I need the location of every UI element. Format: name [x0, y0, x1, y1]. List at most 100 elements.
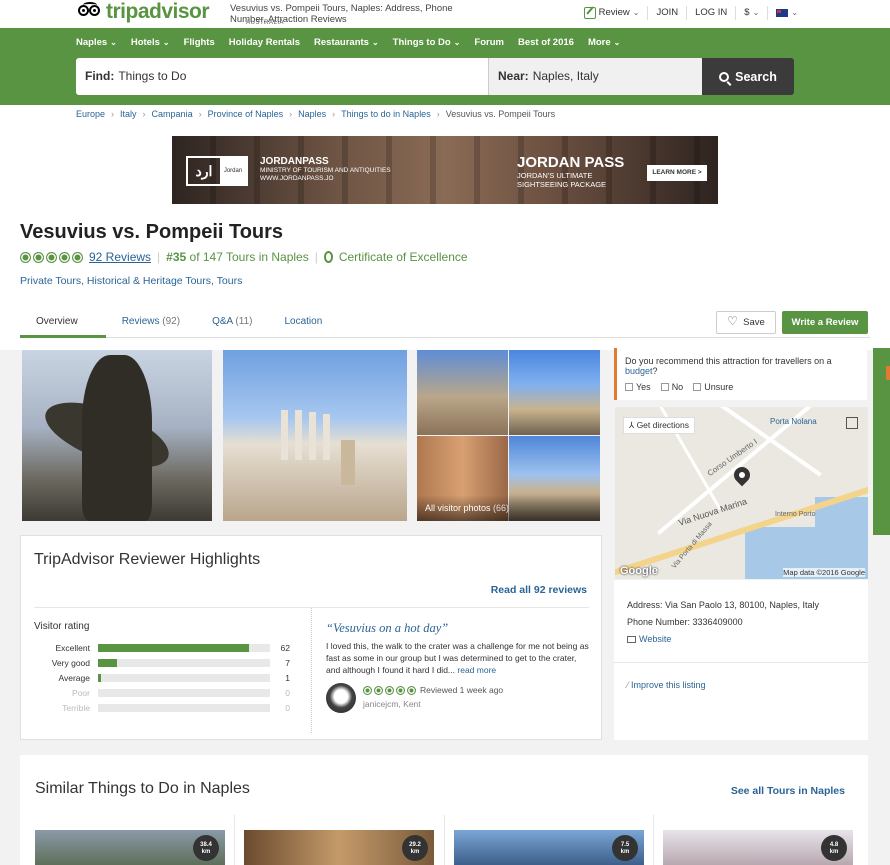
avatar[interactable]	[326, 683, 356, 713]
see-all-tours-link[interactable]: See all Tours in Naples	[731, 785, 845, 797]
similar-card-3[interactable]: 7.5 km	[454, 830, 644, 865]
login-link[interactable]: LOG IN	[686, 6, 735, 20]
review-menu[interactable]: Review ⌄	[576, 6, 648, 20]
photo-thumb-1[interactable]	[417, 350, 508, 435]
page-title: Vesuvius vs. Pompeii Tours	[20, 221, 284, 243]
rating-bar-row[interactable]: Poor 0	[34, 685, 290, 700]
country-menu[interactable]: ⌄	[767, 6, 806, 20]
rank-text: of 147 Tours in Naples	[189, 250, 309, 264]
nav-label: More	[587, 37, 611, 48]
ad-left-line2: WWW.JORDANPASS.JO	[260, 175, 334, 182]
nav-naples[interactable]: Naples ⌄	[76, 37, 117, 48]
nav-things-to-do[interactable]: Things to Do ⌄	[393, 37, 461, 48]
nav-more[interactable]: More ⌄	[588, 37, 620, 48]
visitor-rating-label: Visitor rating	[34, 621, 90, 632]
save-button[interactable]: Save	[716, 311, 776, 334]
search-button[interactable]: Search	[702, 58, 794, 95]
column-shape	[281, 410, 288, 460]
near-input[interactable]: Near: Naples, Italy	[488, 58, 702, 95]
nav-label: Things to Do	[392, 37, 451, 48]
breadcrumb-things-to-do[interactable]: Things to do in Naples	[341, 109, 431, 119]
tab-overview[interactable]: Overview	[20, 308, 106, 338]
chevron-down-icon: ⌄	[371, 38, 379, 47]
improve-label: Improve this listing	[631, 680, 706, 690]
photo-thumb-2[interactable]	[509, 350, 600, 435]
rating-bar-row[interactable]: Excellent 62	[34, 640, 291, 655]
bubble-icon	[46, 251, 57, 263]
rating-bar-track	[98, 658, 270, 667]
reviewer-name[interactable]: janicejcm, Kent	[363, 699, 421, 709]
search-button-label: Search	[735, 69, 777, 84]
rating-bar-track	[98, 673, 270, 682]
breadcrumb-europe[interactable]: Europe	[76, 109, 105, 119]
all-visitor-photos-link[interactable]: All visitor photos (66)	[417, 495, 600, 521]
budget-link[interactable]: budget	[625, 366, 653, 376]
tripadvisor-logo[interactable]: tripadvisor AUSTRALIA	[78, 1, 284, 26]
read-more-link[interactable]: read more	[457, 665, 496, 675]
rating-bar-row[interactable]: Very good 7	[34, 655, 290, 670]
option-yes[interactable]: Yes	[625, 382, 651, 392]
write-review-button[interactable]: Write a Review	[782, 311, 868, 334]
read-all-reviews-link[interactable]: Read all 92 reviews	[491, 584, 587, 596]
nav-restaurants[interactable]: Restaurants ⌄	[314, 37, 379, 48]
certificate-label[interactable]: Certificate of Excellence	[339, 250, 468, 264]
tab-qa[interactable]: Q&A (11)	[196, 308, 268, 338]
near-label: Near:	[498, 69, 529, 83]
reviews-link[interactable]: 92 Reviews	[89, 250, 151, 264]
rating-bar-count: 7	[285, 657, 290, 668]
rating-bar-label: Poor	[72, 687, 90, 698]
option-no[interactable]: No	[660, 382, 683, 392]
location-map[interactable]: ⅄ Get directions Porta Nolana Corso Umbe…	[615, 407, 868, 579]
breadcrumb-campania[interactable]: Campania	[152, 109, 193, 119]
page-tagline: Vesuvius vs. Pompeii Tours, Naples: Addr…	[230, 3, 453, 25]
recommend-poll: Do you recommend this attraction for tra…	[614, 348, 867, 400]
distance-value: 7.5	[620, 842, 630, 848]
checkbox[interactable]	[660, 383, 669, 391]
website-link[interactable]: Website	[627, 631, 855, 648]
join-link[interactable]: JOIN	[647, 6, 686, 20]
option-unsure[interactable]: Unsure	[693, 382, 733, 392]
chevron-down-icon: ⌄	[632, 8, 640, 17]
checkbox[interactable]	[693, 383, 702, 391]
improve-listing-link[interactable]: ⁄ Improve this listing	[627, 677, 855, 694]
poll-options: Yes No Unsure	[625, 382, 859, 392]
jordanpass-ad[interactable]: ﺍﺭﺩ Jordan JORDANPASS MINISTRY OF TOURISM…	[172, 136, 718, 204]
chevron-down-icon: ⌄	[613, 38, 621, 47]
side-promo-edge[interactable]	[873, 348, 890, 535]
learn-more-button[interactable]: LEARN MORE >	[647, 165, 707, 181]
external-map-icon[interactable]	[846, 417, 858, 429]
promo-orange-mark	[886, 366, 890, 380]
similar-card-1[interactable]: 38.4 km	[35, 830, 225, 865]
rating-bar-row[interactable]: Average 1	[34, 670, 290, 685]
rating-bar-row[interactable]: Terrible 0	[34, 700, 290, 715]
nav-best-of[interactable]: Best of 2016	[518, 37, 574, 48]
similar-card-2[interactable]: 29.2 km	[244, 830, 434, 865]
tab-location[interactable]: Location	[268, 308, 338, 338]
ad-left-title: JORDANPASS	[260, 156, 329, 167]
rating-bar-label: Very good	[51, 657, 90, 668]
main-nav: Naples ⌄ Hotels ⌄ Flights Holiday Rentals …	[76, 37, 620, 48]
similar-card-4[interactable]: 4.8 km	[663, 830, 853, 865]
tab-reviews[interactable]: Reviews (92)	[106, 308, 196, 338]
ranking[interactable]: #35 of 147 Tours in Naples	[166, 250, 309, 264]
bubble-icon	[385, 685, 394, 695]
google-logo: Google	[620, 565, 658, 577]
photo-columns[interactable]	[223, 350, 407, 521]
breadcrumb-current: Vesuvius vs. Pompeii Tours	[445, 109, 556, 119]
nav-holiday-rentals[interactable]: Holiday Rentals	[229, 37, 300, 48]
categories[interactable]: Private Tours, Historical & Heritage Tou…	[20, 275, 242, 287]
get-directions-button[interactable]: ⅄ Get directions	[623, 417, 696, 434]
review-title[interactable]: “Vesuvius on a hot day”	[326, 621, 448, 636]
checkbox[interactable]	[625, 383, 633, 391]
breadcrumb-province[interactable]: Province of Naples	[208, 109, 284, 119]
rating-bar-fill	[98, 673, 102, 682]
nav-flights[interactable]: Flights	[184, 37, 215, 48]
currency-menu[interactable]: $ ⌄	[735, 6, 767, 20]
photo-statue[interactable]	[22, 350, 212, 521]
nav-forum[interactable]: Forum	[474, 37, 504, 48]
breadcrumb-italy[interactable]: Italy	[120, 109, 137, 119]
distance-badge: 4.8 km	[821, 835, 847, 861]
breadcrumb-naples[interactable]: Naples	[298, 109, 326, 119]
nav-hotels[interactable]: Hotels ⌄	[131, 37, 170, 48]
find-input[interactable]: Find: Things to Do	[76, 58, 488, 95]
